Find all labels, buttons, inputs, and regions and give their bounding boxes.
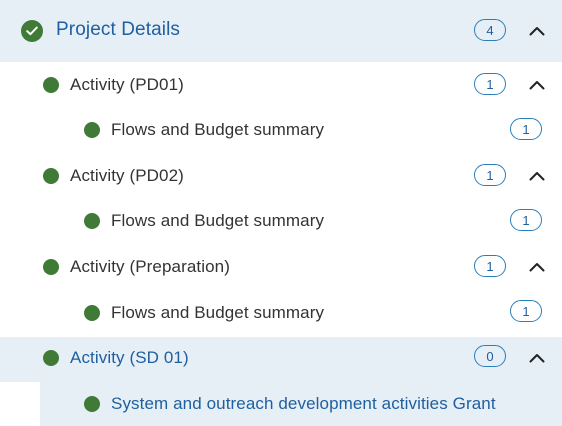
count-badge: 1 [474, 73, 506, 95]
tree-item-label: Flows and Budget summary [111, 303, 325, 322]
check-circle-icon [21, 20, 43, 42]
tree-item-activity-pd01[interactable]: Activity (PD01) 1 [0, 62, 562, 108]
tree-item-label: Activity (PD01) [70, 75, 184, 94]
status-dot-icon [43, 259, 59, 275]
section-title: Project Details [56, 19, 180, 40]
tree-item-label: System and outreach development activiti… [111, 394, 496, 413]
count-badge: 1 [510, 118, 542, 140]
status-dot-icon [43, 350, 59, 366]
chevron-up-icon[interactable] [528, 79, 546, 91]
tree-item-label: Activity (SD 01) [70, 348, 189, 367]
tree-item-activity-preparation[interactable]: Activity (Preparation) 1 [0, 246, 562, 292]
count-badge: 1 [474, 164, 506, 186]
status-dot-icon [84, 305, 100, 321]
status-dot-icon [84, 122, 100, 138]
chevron-up-icon[interactable] [528, 352, 546, 364]
status-dot-icon [43, 168, 59, 184]
count-badge: 0 [474, 345, 506, 367]
tree-item-label: Flows and Budget summary [111, 120, 325, 139]
count-badge: 4 [474, 19, 506, 41]
tree-item-label: Activity (Preparation) [70, 257, 230, 276]
count-badge: 1 [510, 300, 542, 322]
tree-item-label: Flows and Budget summary [111, 211, 325, 230]
status-dot-icon [84, 396, 100, 412]
count-badge: 1 [510, 209, 542, 231]
status-dot-icon [43, 77, 59, 93]
count-badge: 1 [474, 255, 506, 277]
status-dot-icon [84, 213, 100, 229]
tree-item-flows-budget-summary[interactable]: Flows and Budget summary 1 [0, 200, 562, 246]
tree-item-activity-sd01[interactable]: Activity (SD 01) 0 [0, 337, 562, 382]
tree-item-flows-budget-summary[interactable]: Flows and Budget summary 1 [0, 108, 562, 154]
tree-item-flows-budget-summary[interactable]: Flows and Budget summary 1 [0, 292, 562, 337]
tree-item-system-outreach-grant[interactable]: System and outreach development activiti… [40, 382, 562, 426]
tree-item-label: Activity (PD02) [70, 166, 184, 185]
project-details-tree: Project Details 4 Activity (PD01) 1 Flow… [0, 0, 562, 426]
tree-item-activity-pd02[interactable]: Activity (PD02) 1 [0, 154, 562, 200]
chevron-up-icon[interactable] [528, 170, 546, 182]
section-header-project-details[interactable]: Project Details 4 [0, 0, 562, 62]
chevron-up-icon[interactable] [528, 261, 546, 273]
chevron-up-icon[interactable] [528, 25, 546, 37]
